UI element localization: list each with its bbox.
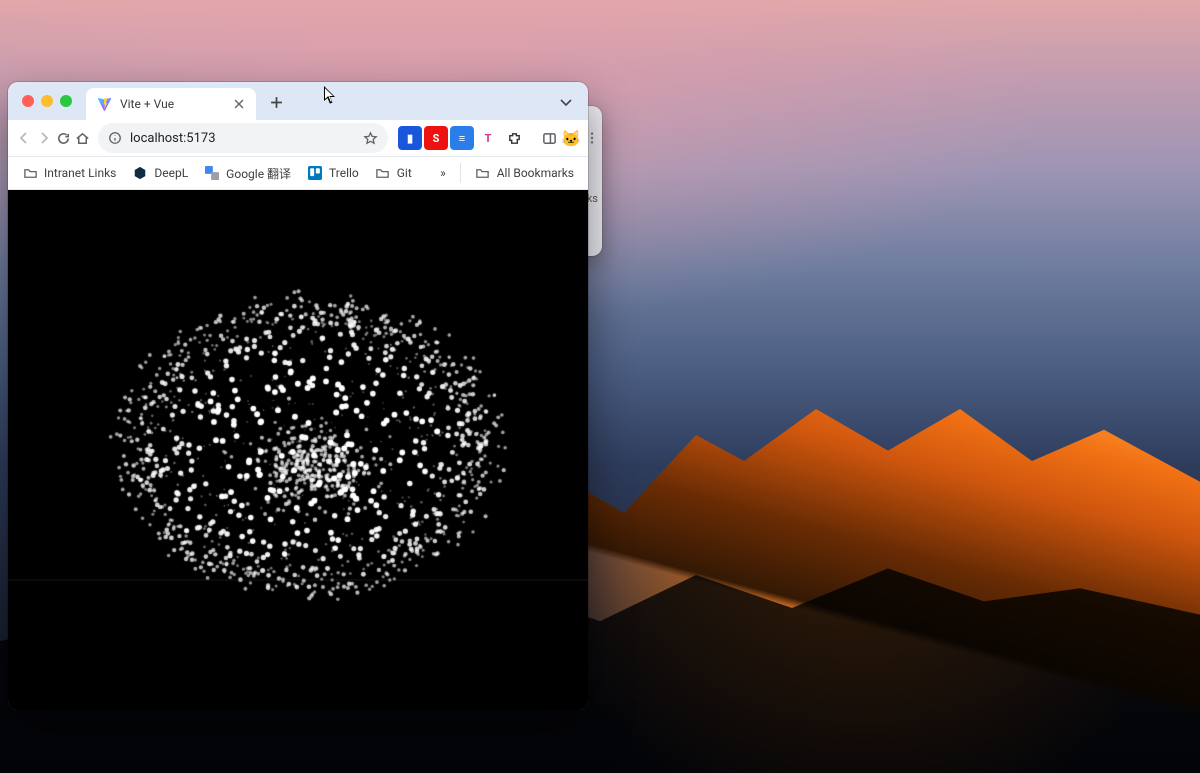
- window-minimize-button[interactable]: [41, 95, 53, 107]
- extension-blue-doc-icon[interactable]: ▮: [398, 126, 422, 150]
- page-viewport[interactable]: [8, 190, 588, 710]
- url-text[interactable]: localhost:5173: [130, 131, 355, 146]
- background-window-edge-text: ks: [587, 192, 598, 205]
- profile-button[interactable]: 🐱: [561, 124, 581, 152]
- bookmark-trello[interactable]: Trello: [301, 160, 365, 186]
- tab-strip: Vite + Vue: [8, 82, 588, 120]
- window-traffic-lights: [22, 82, 72, 120]
- all-bookmarks-button[interactable]: All Bookmarks: [469, 160, 580, 186]
- extensions-menu-icon[interactable]: [502, 126, 526, 150]
- bookmark-label: Trello: [329, 166, 359, 180]
- window-close-button[interactable]: [22, 95, 34, 107]
- bookmark-label: All Bookmarks: [497, 166, 574, 180]
- bookmark-label: Google 翻译: [226, 165, 291, 182]
- bookmark-label: Intranet Links: [44, 166, 116, 180]
- bookmarks-bar: Intranet Links DeepL Google 翻译 Trello Gi…: [8, 157, 588, 190]
- bookmark-google-translate[interactable]: Google 翻译: [198, 160, 297, 186]
- bookmarks-overflow-button[interactable]: »: [434, 160, 452, 186]
- bookmark-intranet-links[interactable]: Intranet Links: [16, 160, 122, 186]
- tab-active[interactable]: Vite + Vue: [86, 88, 256, 120]
- reload-button[interactable]: [56, 124, 71, 152]
- toolbar: localhost:5173 ▮ S ≡ T 🐱: [8, 120, 588, 157]
- tab-title: Vite + Vue: [120, 97, 224, 111]
- bookmark-label: DeepL: [154, 166, 188, 180]
- side-panel-button[interactable]: [542, 124, 557, 152]
- extension-pink-t-icon[interactable]: T: [476, 126, 500, 150]
- home-button[interactable]: [75, 124, 90, 152]
- new-tab-button[interactable]: [262, 88, 290, 116]
- trello-icon: [307, 165, 323, 181]
- window-zoom-button[interactable]: [60, 95, 72, 107]
- forward-button[interactable]: [36, 124, 52, 152]
- tab-search-button[interactable]: [554, 90, 578, 114]
- particles-canvas[interactable]: [8, 190, 588, 710]
- chevron-double-right-icon: »: [440, 166, 446, 180]
- folder-icon: [375, 165, 391, 181]
- back-button[interactable]: [16, 124, 32, 152]
- google-translate-icon: [204, 165, 220, 181]
- folder-icon: [475, 165, 491, 181]
- bookmark-git[interactable]: Git: [369, 160, 418, 186]
- vite-favicon-icon: [96, 96, 112, 112]
- extensions-row: ▮ S ≡ T: [398, 126, 526, 150]
- extension-red-s-icon[interactable]: S: [424, 126, 448, 150]
- bookmark-star-button[interactable]: [363, 131, 378, 146]
- tab-close-button[interactable]: [232, 97, 246, 111]
- deepl-icon: [132, 165, 148, 181]
- mouse-cursor-icon: [324, 86, 338, 106]
- bookmark-label: Git: [397, 166, 412, 180]
- site-info-icon[interactable]: [108, 131, 122, 145]
- chrome-menu-button[interactable]: [585, 124, 599, 152]
- bookmarks-separator: [460, 163, 461, 183]
- bookmark-deepl[interactable]: DeepL: [126, 160, 194, 186]
- chrome-window: Vite + Vue localhost: [8, 82, 588, 710]
- extension-blue-lines-icon[interactable]: ≡: [450, 126, 474, 150]
- address-bar[interactable]: localhost:5173: [98, 123, 388, 153]
- folder-icon: [22, 165, 38, 181]
